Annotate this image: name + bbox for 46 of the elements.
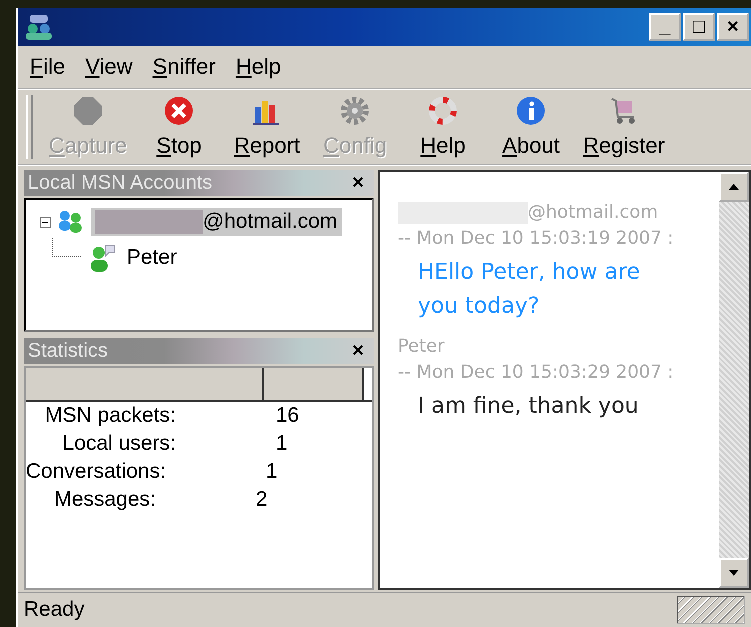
scroll-down-button[interactable]	[719, 558, 749, 588]
stat-value: 1	[276, 432, 288, 456]
close-button[interactable]: ×	[717, 13, 749, 41]
minimize-button[interactable]: _	[649, 13, 681, 41]
message-header: @hotmail.com -- Mon Dec 10 15:03:19 2007 :	[398, 202, 674, 249]
people-icon	[57, 209, 85, 235]
toolbar-button[interactable]: Help	[399, 95, 488, 159]
toolbar-button[interactable]: About	[487, 95, 576, 159]
tree-item[interactable]: Peter	[123, 244, 182, 272]
resize-grip[interactable]	[677, 596, 745, 624]
octagon-icon	[72, 95, 104, 127]
panel-title: Statistics	[28, 340, 108, 362]
menu-item[interactable]: View	[85, 54, 133, 80]
stop-icon	[163, 95, 196, 127]
message-text: HEllo Peter, how are you today?	[417, 259, 642, 321]
toolbar-button[interactable]: Stop	[135, 95, 224, 159]
menu-item[interactable]: Sniffer	[152, 54, 216, 80]
stat-label: Messages:	[53, 488, 156, 512]
stat-value: 1	[266, 460, 278, 484]
toolbar-grip[interactable]	[26, 95, 33, 159]
expander-icon[interactable]	[40, 216, 51, 228]
scrollbar[interactable]	[719, 172, 749, 588]
toolbar-button[interactable]: Report	[223, 95, 312, 159]
toolbar-button[interactable]: Register	[575, 95, 674, 159]
up-arrow-icon	[728, 183, 740, 191]
stat-value: 2	[256, 488, 268, 512]
message-header: Peter -- Mon Dec 10 15:03:29 2007 :	[398, 336, 674, 383]
close-button[interactable]: ×	[346, 340, 370, 362]
menu-item[interactable]: File	[30, 54, 66, 80]
menu-item[interactable]: Help	[236, 54, 282, 80]
down-arrow-icon	[728, 569, 740, 577]
panel-title: Local MSN Accounts	[28, 172, 213, 194]
status-text: Ready	[24, 598, 85, 622]
info-icon	[515, 95, 548, 127]
message-text: I am fine, thank you	[417, 393, 640, 421]
stat-label: Local users:	[62, 432, 176, 456]
scroll-up-button[interactable]	[719, 172, 749, 202]
lifebuoy-icon	[427, 95, 460, 127]
gear-icon	[339, 95, 372, 127]
stat-value: 16	[276, 404, 300, 428]
maximize-button[interactable]: □	[683, 13, 715, 41]
stat-label: Conversations:	[26, 460, 166, 484]
people-icon	[24, 13, 54, 41]
stat-label: MSN packets:	[44, 404, 176, 428]
tree-item[interactable]: @hotmail.com	[91, 208, 342, 236]
close-button[interactable]: ×	[346, 172, 370, 194]
